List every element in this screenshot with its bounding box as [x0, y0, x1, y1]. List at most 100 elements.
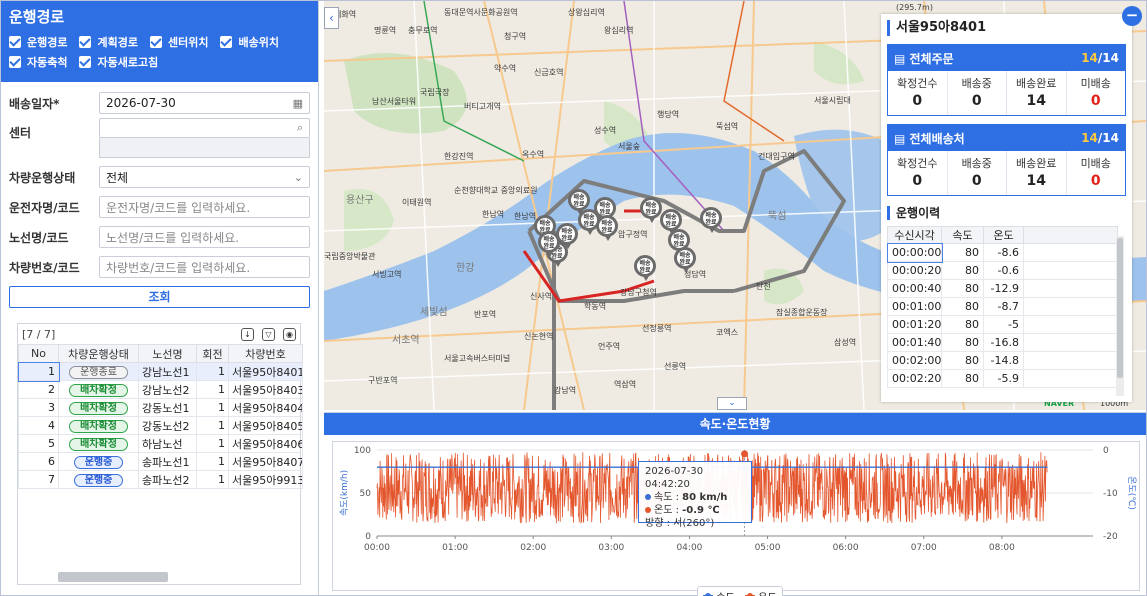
checkbox-delivery[interactable]: 배송위치: [220, 32, 279, 52]
delivery-pin[interactable]: 배송완료: [634, 255, 656, 281]
row-turn: 1: [196, 362, 229, 381]
history-row[interactable]: 00:01:40 80 -16.8: [887, 333, 1118, 352]
search-icon[interactable]: ⌕: [297, 121, 303, 135]
checkbox-autoscale[interactable]: 자동축척: [9, 52, 67, 72]
map-label: 국립극장: [420, 88, 450, 97]
delivery-pin[interactable]: 배송완료: [700, 207, 722, 233]
card-title: 전체배송처: [909, 131, 965, 146]
row-route: 하남노선: [138, 434, 197, 453]
row-car: 서울95아9913: [228, 470, 303, 489]
history-header[interactable]: 온도: [983, 226, 1024, 244]
history-time: 00:00:40: [887, 279, 942, 298]
checkbox-plan[interactable]: 계획경로: [79, 32, 138, 52]
checkbox-icon: [79, 36, 92, 48]
delivery-pin[interactable]: 배송완료: [568, 189, 590, 215]
history-row[interactable]: 00:00:00 80 -8.6: [886, 242, 1118, 263]
delivery-pin[interactable]: 배송완료: [674, 247, 696, 273]
center-row: 센터 ⌕: [9, 118, 310, 160]
status-badge: 배차확정: [69, 437, 128, 451]
chart-tooltip: 2026-07-30 04:42:20 속도 : 80 km/h 온도 : -0…: [638, 461, 752, 529]
status-select[interactable]: 전체 ⌄: [99, 166, 310, 188]
table-row[interactable]: 5 배차확정 하남노선 1 서울95아8406: [18, 434, 303, 453]
download-icon[interactable]: ↓: [241, 327, 254, 341]
grid-header[interactable]: 회전: [196, 344, 229, 363]
history-row[interactable]: 00:00:40 80 -12.9: [887, 279, 1118, 298]
legend-label: 온도: [758, 589, 776, 596]
car-row: 차량번호/코드 차량번호/코드를 입력하세요.: [9, 252, 310, 282]
horizontal-scrollbar[interactable]: [58, 572, 168, 582]
page-title: 운행경로: [9, 8, 65, 26]
map-label: 잠실종합운동장: [776, 308, 828, 317]
history-row[interactable]: 00:02:20 80 -5.9: [887, 369, 1118, 388]
grid-header[interactable]: No: [18, 344, 59, 363]
table-row[interactable]: 6 운행중 송파노선1 1 서울95아8407: [18, 452, 303, 471]
delivery-pin[interactable]: 배송완료: [538, 231, 560, 257]
history-row[interactable]: 00:01:20 80 -5: [887, 315, 1118, 334]
chart-panel: 속도·온도현황 100 50 0 0 -10 -20 00:00 01:00 02:00 03:0…: [324, 412, 1146, 596]
history-title: 운행이력: [887, 206, 1126, 220]
history-row[interactable]: 00:01:00 80 -8.7: [887, 297, 1118, 316]
checkbox-center[interactable]: 센터위치: [149, 32, 209, 52]
map-label: 선릉역: [664, 362, 687, 371]
row-turn: 1: [196, 416, 229, 435]
checkbox-label: 센터위치: [167, 36, 209, 49]
grid-header[interactable]: 차량번호: [228, 344, 303, 363]
driver-input[interactable]: 운전자명/코드를 입력하세요.: [99, 196, 310, 218]
history-header[interactable]: 수신시각: [887, 226, 942, 244]
history-blank: [1023, 261, 1118, 280]
checkbox-autorefresh[interactable]: 자동새로고침: [79, 52, 158, 72]
legend-speed[interactable]: 속도: [703, 589, 735, 596]
user-icon[interactable]: ◉: [283, 327, 296, 341]
legend-temp[interactable]: 온도: [745, 589, 777, 596]
minimize-button[interactable]: −: [1122, 6, 1142, 26]
card-title: 전체주문: [909, 51, 954, 66]
history-row[interactable]: 00:02:00 80 -14.8: [887, 351, 1118, 370]
map-label: 동대문역사문화공원역: [444, 8, 518, 17]
map-label: 순천향대학교 중앙의료원: [454, 186, 538, 195]
delivery-pin[interactable]: 배송완료: [596, 215, 618, 241]
expand-down-button[interactable]: ⌄: [717, 397, 747, 410]
tooltip-speed: 80 km/h: [682, 492, 728, 503]
checkbox-route[interactable]: 운행경로: [9, 32, 67, 52]
calendar-icon[interactable]: ▦: [293, 97, 303, 110]
y2-axis-title: 온도(℃): [1126, 476, 1137, 510]
history-temp: -5: [983, 315, 1024, 334]
map-label: 행당역: [657, 110, 680, 119]
document-icon: ▤: [894, 51, 910, 66]
route-input[interactable]: 노선명/코드를 입력하세요.: [99, 226, 310, 248]
history-speed: 80: [941, 261, 984, 280]
history-blank: [1023, 369, 1118, 388]
delivery-pin[interactable]: 배송완료: [640, 197, 662, 223]
map-label: 구반포역: [368, 376, 398, 385]
vertical-scrollbar[interactable]: [1116, 236, 1124, 396]
table-row[interactable]: 2 배차확정 강남노선2 1 서울95아8403: [18, 380, 303, 399]
checkbox-label: 자동축척: [27, 56, 68, 69]
checkbox-icon: [9, 56, 21, 68]
map-label: 반포역: [474, 310, 497, 319]
date-label: 배송일자*: [9, 96, 60, 111]
grid-header[interactable]: 차량운행상태: [58, 344, 139, 363]
status-row: 차량운행상태 전체 ⌄: [9, 162, 310, 192]
history-temp: -5.9: [983, 369, 1024, 388]
history-speed: 80: [941, 315, 984, 334]
filter-icon[interactable]: ▽: [262, 327, 275, 341]
stat-value: 0: [912, 173, 923, 189]
history-speed: 80: [941, 333, 984, 352]
table-row[interactable]: 1 운행종료 강남노선1 1 서울95아8401: [17, 361, 303, 382]
grid-header[interactable]: 노선명: [138, 344, 197, 363]
search-button[interactable]: 조회: [9, 286, 310, 308]
table-row[interactable]: 4 배차확정 강동노선2 1 서울95아8405: [18, 416, 303, 435]
car-input[interactable]: 차량번호/코드를 입력하세요.: [99, 256, 310, 278]
table-row[interactable]: 7 운행중 송파노선2 1 서울95아9913: [18, 470, 303, 489]
history-header[interactable]: 속도: [941, 226, 984, 244]
map-label: 국립중앙박물관: [324, 252, 376, 261]
x-tick-label: 07:00: [911, 543, 937, 553]
center-input[interactable]: ⌕: [99, 118, 310, 138]
date-input[interactable]: 2026-07-30 ▦: [99, 92, 310, 114]
stat-label: 미배송: [1080, 77, 1111, 90]
row-status: 운행중: [58, 470, 139, 489]
history-row[interactable]: 00:00:20 80 -0.6: [887, 261, 1118, 280]
delivery-pin[interactable]: 배송완료: [660, 209, 682, 235]
table-row[interactable]: 3 배차확정 강동노선1 1 서울95아8404: [18, 398, 303, 417]
collapse-panel-button[interactable]: ‹: [324, 7, 339, 29]
